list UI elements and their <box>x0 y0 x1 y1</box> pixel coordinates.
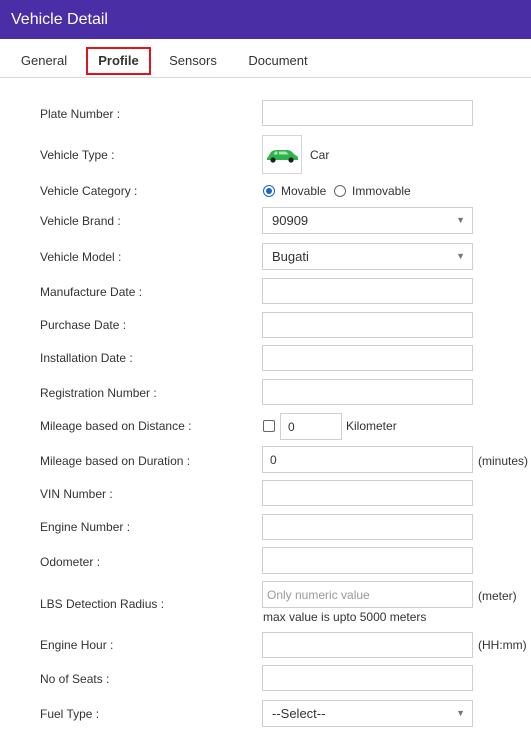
no-of-seats-label: No of Seats : <box>40 672 110 686</box>
plate-number-input[interactable] <box>262 100 473 126</box>
fuel-type-value: --Select-- <box>272 706 326 721</box>
tab-general[interactable]: General <box>14 47 74 75</box>
tab-profile[interactable]: Profile <box>86 47 151 75</box>
manufacture-date-input[interactable] <box>262 278 473 304</box>
registration-number-label: Registration Number : <box>40 386 157 400</box>
vehicle-type-picker[interactable] <box>262 135 302 174</box>
vehicle-brand-select[interactable]: 90909 ▼ <box>262 207 473 234</box>
installation-date-label: Installation Date : <box>40 351 133 365</box>
engine-hour-unit: (HH:mm) <box>478 638 527 652</box>
vin-number-label: VIN Number : <box>40 487 113 501</box>
engine-hour-input[interactable] <box>262 632 473 658</box>
car-icon <box>267 150 298 163</box>
category-immovable-radio[interactable] <box>334 185 346 197</box>
chevron-down-icon: ▼ <box>456 215 465 225</box>
mileage-duration-unit: (minutes) <box>478 454 529 468</box>
vehicle-type-value: Car <box>310 148 330 162</box>
tab-document[interactable]: Document <box>240 47 316 75</box>
plate-number-label: Plate Number : <box>40 107 121 121</box>
fuel-type-select[interactable]: --Select-- ▼ <box>262 700 473 727</box>
window-title: Vehicle Detail <box>11 11 108 28</box>
installation-date-input[interactable] <box>262 345 473 371</box>
chevron-down-icon: ▼ <box>456 251 465 261</box>
purchase-date-input[interactable] <box>262 312 473 338</box>
vehicle-model-select[interactable]: Bugati ▼ <box>262 243 473 270</box>
mileage-duration-input[interactable] <box>262 446 473 473</box>
lbs-radius-input[interactable] <box>262 581 473 608</box>
mileage-distance-label: Mileage based on Distance : <box>40 419 192 433</box>
mileage-distance-checkbox[interactable] <box>263 420 275 432</box>
manufacture-date-label: Manufacture Date : <box>40 285 143 299</box>
engine-number-input[interactable] <box>262 514 473 540</box>
lbs-radius-unit: (meter) <box>478 589 517 603</box>
fuel-type-label: Fuel Type : <box>40 707 100 721</box>
no-of-seats-input[interactable] <box>262 665 473 691</box>
lbs-radius-hint: max value is upto 5000 meters <box>263 610 427 624</box>
tab-bar: General Profile Sensors Document <box>0 39 531 78</box>
tab-sensors[interactable]: Sensors <box>163 47 223 75</box>
mileage-distance-input[interactable] <box>280 413 342 440</box>
vehicle-brand-value: 90909 <box>272 213 309 228</box>
category-movable-label: Movable <box>281 184 327 198</box>
mileage-distance-unit: Kilometer <box>346 419 397 433</box>
odometer-label: Odometer : <box>40 555 101 569</box>
vin-number-input[interactable] <box>262 480 473 506</box>
registration-number-input[interactable] <box>262 379 473 405</box>
category-immovable-label: Immovable <box>352 184 411 198</box>
lbs-radius-label: LBS Detection Radius : <box>40 597 165 611</box>
engine-hour-label: Engine Hour : <box>40 638 114 652</box>
chevron-down-icon: ▼ <box>456 708 465 718</box>
engine-number-label: Engine Number : <box>40 520 131 534</box>
vehicle-type-label: Vehicle Type : <box>40 148 115 162</box>
mileage-duration-label: Mileage based on Duration : <box>40 454 191 468</box>
vehicle-category-label: Vehicle Category : <box>40 184 138 198</box>
vehicle-brand-label: Vehicle Brand : <box>40 214 121 228</box>
purchase-date-label: Purchase Date : <box>40 318 127 332</box>
category-movable-radio[interactable] <box>263 185 275 197</box>
odometer-input[interactable] <box>262 547 473 574</box>
window-title-bar: Vehicle Detail <box>0 0 531 39</box>
vehicle-model-label: Vehicle Model : <box>40 250 122 264</box>
vehicle-model-value: Bugati <box>272 249 309 264</box>
